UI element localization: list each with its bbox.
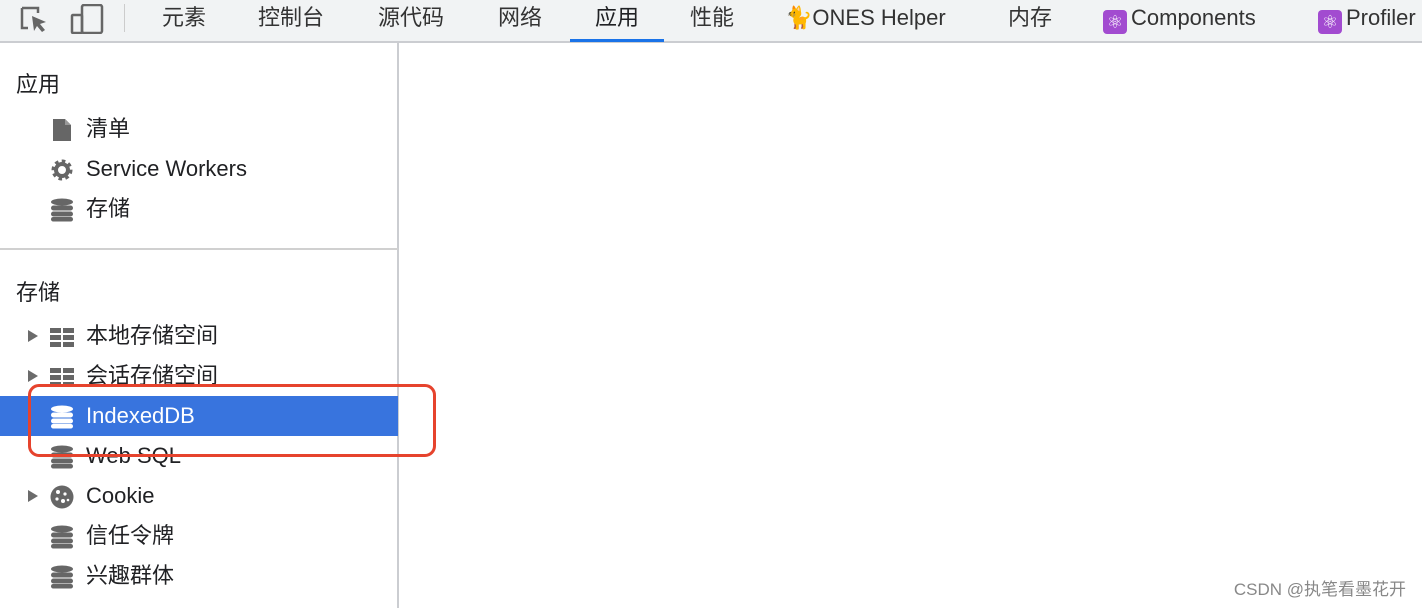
item-label: Cookie <box>86 483 155 508</box>
section-heading-storage: 存储 <box>16 280 61 305</box>
item-label: 存储 <box>86 196 131 221</box>
tab-elements[interactable]: 元素 <box>162 0 206 41</box>
item-label: 信任令牌 <box>86 523 175 548</box>
expand-arrow-icon[interactable] <box>28 330 38 342</box>
expand-arrow-icon[interactable] <box>28 490 38 502</box>
cat-icon: 🐈 <box>785 5 813 30</box>
file-icon <box>53 119 71 141</box>
sidebar-item-trust-tokens[interactable]: 信任令牌 <box>0 516 398 556</box>
database-icon <box>51 525 73 549</box>
database-icon <box>51 198 73 222</box>
tab-ones-helper[interactable]: 🐈ONES Helper <box>785 0 946 41</box>
database-icon <box>51 565 73 589</box>
gear-icon <box>51 159 73 181</box>
tab-label: Components <box>1131 5 1256 30</box>
sidebar-item-cookie[interactable]: Cookie <box>0 476 398 516</box>
react-icon: ⚛ <box>1318 10 1342 34</box>
tab-network[interactable]: 网络 <box>498 0 542 41</box>
section-divider <box>0 248 398 250</box>
expand-arrow-icon[interactable] <box>28 370 38 382</box>
tab-memory[interactable]: 内存 <box>1008 0 1052 41</box>
application-sidebar: 应用 清单 Service Workers 存储 存储 本地存储空间 会话存储空… <box>0 43 399 608</box>
sidebar-item-local-storage[interactable]: 本地存储空间 <box>0 316 398 356</box>
devtools-toolbar: 元素 控制台 源代码 网络 应用 性能 🐈ONES Helper 内存 ⚛ Com… <box>0 0 1422 43</box>
tab-components[interactable]: ⚛ Components <box>1103 0 1256 41</box>
highlight-annotation-box <box>28 384 436 457</box>
tab-label: Profiler <box>1346 5 1416 30</box>
section-heading-application: 应用 <box>16 72 61 97</box>
tab-performance[interactable]: 性能 <box>690 0 734 41</box>
item-label: 本地存储空间 <box>86 323 219 348</box>
sidebar-item-service-workers[interactable]: Service Workers <box>0 149 398 189</box>
toolbar-separator <box>124 4 125 32</box>
tab-label: ONES Helper <box>812 5 946 30</box>
sidebar-item-storage[interactable]: 存储 <box>0 189 398 229</box>
react-icon: ⚛ <box>1103 10 1127 34</box>
inspect-element-icon[interactable] <box>18 4 52 34</box>
sidebar-item-manifest[interactable]: 清单 <box>0 109 398 149</box>
item-label: 清单 <box>86 116 131 141</box>
tab-sources[interactable]: 源代码 <box>378 0 444 41</box>
item-label: Service Workers <box>86 156 247 181</box>
sidebar-item-interest-groups[interactable]: 兴趣群体 <box>0 556 398 596</box>
tab-application[interactable]: 应用 <box>569 0 665 42</box>
device-toolbar-icon[interactable] <box>70 4 104 34</box>
grid-icon <box>50 328 74 347</box>
item-label: 兴趣群体 <box>86 563 175 588</box>
watermark: CSDN @执笔看墨花开 <box>1233 580 1406 599</box>
cookie-icon <box>50 485 74 509</box>
tab-console[interactable]: 控制台 <box>258 0 324 41</box>
tab-profiler[interactable]: ⚛ Profiler <box>1318 0 1416 41</box>
